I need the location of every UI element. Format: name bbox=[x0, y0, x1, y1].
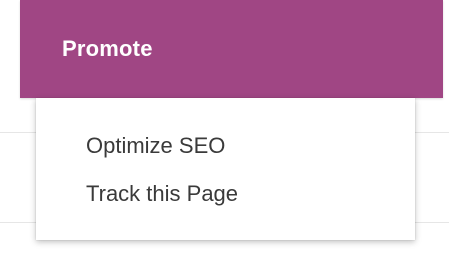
promote-menu-button[interactable]: Promote bbox=[20, 0, 443, 98]
promote-label: Promote bbox=[62, 36, 153, 61]
menu-item-track-this-page[interactable]: Track this Page bbox=[36, 170, 415, 218]
menu-item-optimize-seo[interactable]: Optimize SEO bbox=[36, 122, 415, 170]
promote-dropdown-menu: Optimize SEO Track this Page bbox=[36, 98, 415, 240]
